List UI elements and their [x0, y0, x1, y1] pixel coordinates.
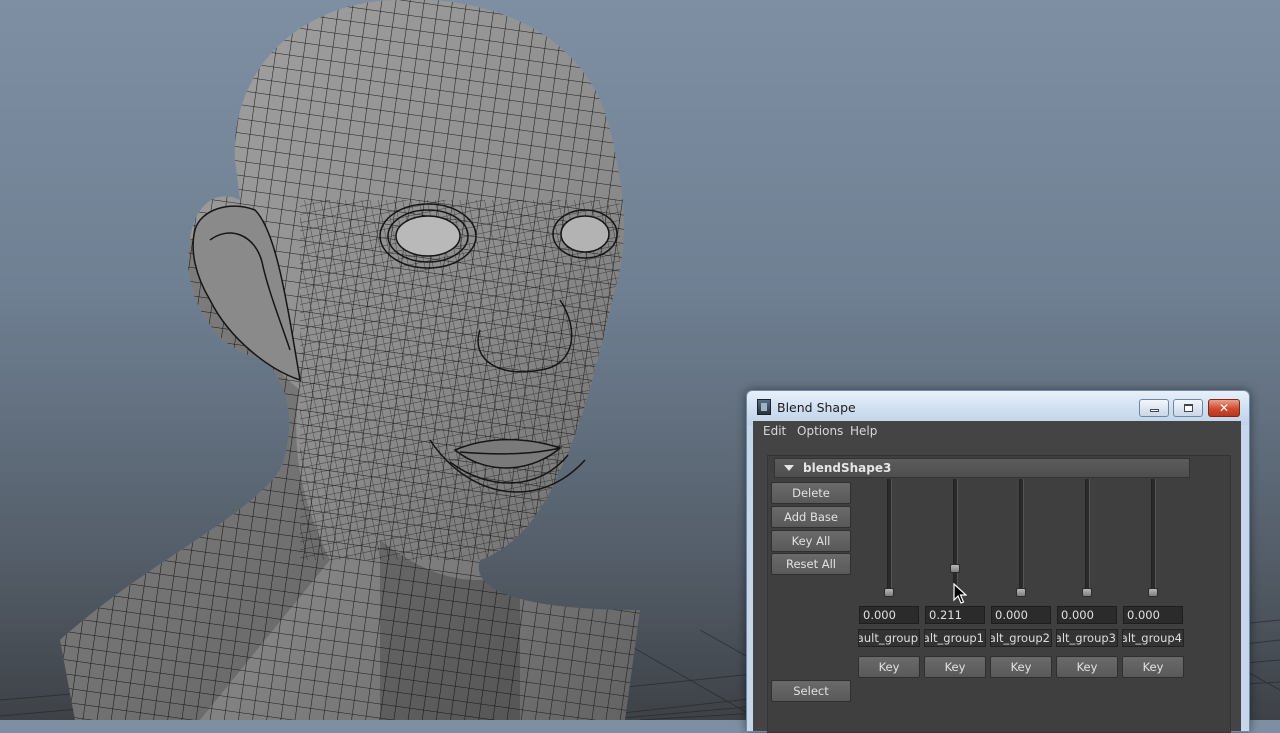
blendshape-panel: blendShape3 Delete Add Base Key All Rese…: [767, 455, 1231, 733]
target-slider-track[interactable]: [1151, 479, 1156, 595]
mouse-cursor-icon: [953, 583, 967, 604]
target-slider-handle[interactable]: [950, 563, 960, 573]
target-weight-field[interactable]: 0.000: [1057, 606, 1117, 624]
target-key-button[interactable]: Key: [1122, 656, 1184, 678]
target-name-field[interactable]: ialt_group1: [924, 629, 986, 647]
collapse-arrow-icon[interactable]: [784, 465, 794, 471]
minimize-button[interactable]: [1139, 399, 1169, 417]
window-title: Blend Shape: [777, 400, 856, 415]
menu-edit[interactable]: Edit: [763, 424, 786, 438]
target-weight-field[interactable]: 0.000: [1123, 606, 1183, 624]
blend-shape-window[interactable]: Blend Shape ✕ Edit Options Help blendSha…: [746, 390, 1250, 733]
window-client: Edit Options Help blendShape3 Delete Add…: [753, 421, 1241, 733]
target-name-field[interactable]: ialt_group4: [1122, 629, 1184, 647]
add-base-button[interactable]: Add Base: [771, 506, 851, 528]
blendshape-frame-header[interactable]: blendShape3: [774, 458, 1190, 478]
menu-bar: Edit Options Help: [753, 421, 1241, 443]
key-all-button[interactable]: Key All: [771, 530, 851, 552]
target-slider-handle[interactable]: [1016, 588, 1026, 597]
target-weight-field[interactable]: 0.211: [925, 606, 985, 624]
target-weight-field[interactable]: 0.000: [991, 606, 1051, 624]
target-name-field[interactable]: ialt_group3: [1056, 629, 1118, 647]
target-slider-handle[interactable]: [1082, 588, 1092, 597]
target-slider-handle[interactable]: [884, 588, 894, 597]
target-slider-handle[interactable]: [1148, 588, 1158, 597]
close-icon: ✕: [1218, 401, 1230, 415]
target-weight-field[interactable]: 0.000: [859, 606, 919, 624]
maya-app-icon: [757, 399, 771, 415]
head-mesh: [60, 0, 640, 720]
close-button[interactable]: ✕: [1208, 399, 1240, 417]
delete-button[interactable]: Delete: [771, 482, 851, 504]
target-key-button[interactable]: Key: [990, 656, 1052, 678]
target-slider-track[interactable]: [887, 479, 892, 595]
target-key-button[interactable]: Key: [1056, 656, 1118, 678]
target-name-field[interactable]: ialt_group2: [990, 629, 1052, 647]
target-key-button[interactable]: Key: [924, 656, 986, 678]
menu-help[interactable]: Help: [850, 424, 877, 438]
maximize-button[interactable]: [1173, 399, 1203, 417]
menu-options[interactable]: Options: [797, 424, 843, 438]
target-slider-track[interactable]: [1019, 479, 1024, 595]
target-name-field[interactable]: fault_group: [858, 629, 920, 647]
select-button[interactable]: Select: [771, 680, 851, 702]
target-key-button[interactable]: Key: [858, 656, 920, 678]
reset-all-button[interactable]: Reset All: [771, 553, 851, 575]
target-slider-track[interactable]: [1085, 479, 1090, 595]
blendshape-node-name: blendShape3: [803, 461, 892, 475]
window-titlebar[interactable]: Blend Shape ✕: [747, 391, 1249, 425]
target-slider-track[interactable]: [953, 479, 958, 595]
